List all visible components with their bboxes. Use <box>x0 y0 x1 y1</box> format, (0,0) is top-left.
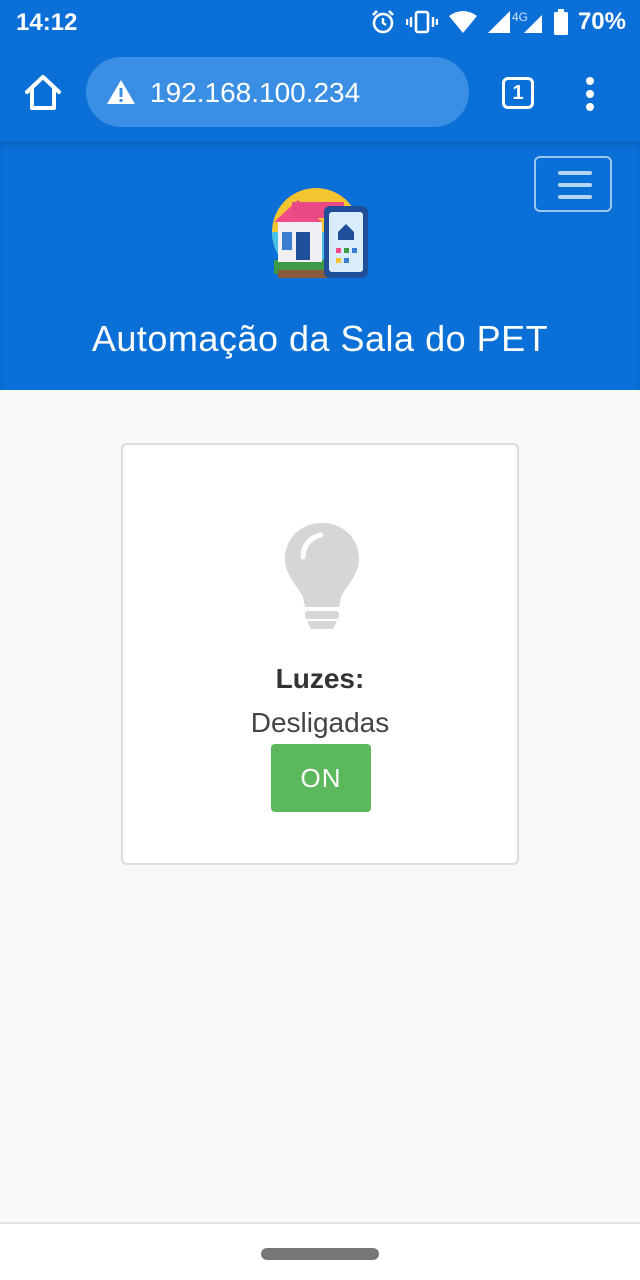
status-time: 14:12 <box>16 9 78 36</box>
site-header: Automação da Sala do PET <box>0 142 640 390</box>
status-bar: 14:12 4G 70% <box>0 0 640 44</box>
network-type-label: 4G <box>512 10 528 24</box>
signal-icon: 4G <box>487 10 542 33</box>
battery-percent: 70% <box>577 8 626 35</box>
tab-switcher-button[interactable]: 1 <box>502 77 534 109</box>
warning-icon <box>107 80 135 104</box>
status-icons: 4G 70% <box>370 8 626 36</box>
lights-card: Luzes: Desligadas ON <box>121 443 519 865</box>
toggle-on-button[interactable]: ON <box>271 744 371 812</box>
smart-home-logo <box>272 188 368 278</box>
device-label: Luzes: <box>275 663 365 694</box>
home-gesture-handle[interactable] <box>261 1248 379 1260</box>
hamburger-icon[interactable] <box>534 156 612 212</box>
navigation-bar <box>0 1222 640 1280</box>
battery-icon <box>553 9 568 35</box>
url-text: 192.168.100.234 <box>150 77 361 108</box>
lightbulb-icon <box>285 523 359 629</box>
vibrate-icon <box>405 10 438 34</box>
wifi-icon <box>448 11 477 33</box>
alarm-icon <box>372 10 394 34</box>
device-status: Desligadas <box>250 707 390 738</box>
more-vert-icon[interactable] <box>578 74 602 114</box>
browser-toolbar: 192.168.100.234 1 <box>0 44 640 142</box>
page-title: Automação da Sala do PET <box>91 318 549 359</box>
home-icon[interactable] <box>22 72 64 114</box>
address-bar[interactable]: 192.168.100.234 <box>86 57 469 127</box>
